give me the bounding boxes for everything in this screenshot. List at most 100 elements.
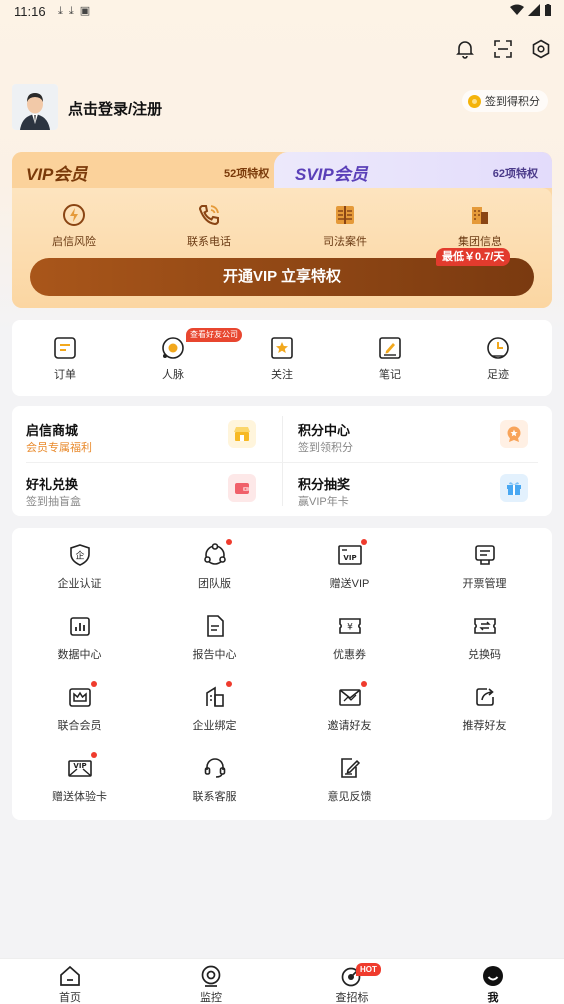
order-icon [53, 336, 77, 360]
quick-item-label: 笔记 [379, 369, 401, 381]
grid-item-label: 赠送VIP [329, 578, 370, 590]
report-icon [202, 613, 228, 639]
grid-item-label: 开票管理 [462, 578, 507, 590]
tab-monitor[interactable]: 监控 [171, 965, 251, 1004]
notification-dot [225, 539, 232, 545]
team-icon [202, 539, 232, 568]
notification-dot [90, 681, 97, 687]
quick-item-label: 订单 [54, 369, 76, 381]
grid-item-label: 企业绑定 [192, 720, 237, 732]
coupon-icon: ¥ [337, 613, 363, 639]
grid-item-label: 数据中心 [57, 649, 102, 661]
quick-item-label: 关注 [271, 369, 293, 381]
grid-item-label: 联系客服 [192, 791, 237, 803]
grid-item-report[interactable]: 报告中心 [147, 613, 282, 662]
star-icon [270, 336, 294, 360]
grid-item-data-center[interactable]: 数据中心 [12, 613, 147, 662]
hot-badge: HOT [356, 963, 381, 976]
grid-item-label: 兑换码 [468, 649, 501, 661]
share-icon [472, 684, 498, 710]
grid-item-label: 优惠券 [333, 649, 366, 661]
status-time: 11:16 [14, 4, 46, 19]
settings-icon[interactable] [530, 38, 552, 60]
grid-item-coupon[interactable]: ¥ 优惠券 [282, 613, 417, 662]
grid-item-gift-vip[interactable]: VIP 赠送VIP [282, 539, 417, 591]
vip-privilege-count: 52项特权 [224, 168, 270, 180]
scan-icon[interactable] [492, 38, 514, 60]
signin-label: 签到得积分 [485, 96, 540, 108]
grid-item-trial-card[interactable]: VIP 赠送体验卡 [12, 752, 147, 804]
status-bar: 11:16 ⤓⤓▣ [0, 0, 564, 24]
grid-item-label: 报告中心 [192, 649, 237, 661]
tab-me[interactable]: 我 [453, 965, 533, 1004]
grid-item-redeem-code[interactable]: 兑换码 [417, 613, 552, 662]
perk-judicial[interactable]: 司法案件 [305, 202, 385, 249]
grid-item-invite[interactable]: 邀请好友 [282, 681, 417, 733]
grid-item-joint-member[interactable]: 联合会员 [12, 681, 147, 733]
tab-label: 首页 [59, 992, 81, 1004]
quick-item-orders[interactable]: 订单 [25, 336, 105, 382]
divider [282, 416, 283, 506]
signal-icon [528, 4, 540, 16]
notification-dot [360, 539, 367, 545]
svg-text:VIP: VIP [73, 762, 86, 770]
grid-item-label: 企业认证 [57, 578, 102, 590]
home-icon [59, 965, 81, 987]
bell-icon[interactable] [454, 38, 476, 60]
shop-icon [228, 420, 256, 448]
mall-item-subtitle: 签到抽盲盒 [26, 496, 81, 508]
svg-text:¥: ¥ [347, 623, 353, 633]
mall-item-lottery[interactable]: 积分抽奖 赢VIP年卡 [284, 466, 542, 512]
mall-item-points[interactable]: 积分中心 签到领积分 [284, 412, 542, 458]
phone-icon [196, 202, 222, 228]
perk-group[interactable]: 集团信息 [440, 202, 520, 249]
price-badge: 最低￥0.7/天 [436, 248, 511, 266]
svip-privilege-count: 62项特权 [492, 168, 538, 180]
mall-item-title: 积分中心 [298, 423, 351, 438]
mall-item-gift-exchange[interactable]: 好礼兑换 签到抽盲盒 [12, 466, 270, 512]
quick-item-label: 足迹 [487, 369, 509, 381]
vip-mail-icon: VIP [67, 752, 97, 781]
mall-item-title: 启信商城 [26, 423, 79, 438]
quick-item-notes[interactable]: 笔记 [350, 336, 430, 382]
avatar[interactable] [12, 84, 58, 130]
chart-icon [67, 613, 93, 639]
grid-item-invoice[interactable]: 开票管理 [417, 542, 552, 591]
medal-icon [500, 420, 528, 448]
svg-text:VIP: VIP [343, 554, 356, 562]
grid-item-label: 赠送体验卡 [52, 791, 107, 803]
grid-item-customer-service[interactable]: 联系客服 [147, 755, 282, 804]
grid-item-label: 意见反馈 [327, 791, 372, 803]
tab-label: 查招标 [335, 992, 369, 1004]
quick-item-footprint[interactable]: 足迹 [458, 336, 538, 382]
certify-icon: 企 [67, 542, 93, 568]
battery-icon [545, 4, 551, 16]
quick-item-follow[interactable]: 关注 [242, 336, 322, 382]
perk-phone[interactable]: 联系电话 [169, 202, 249, 249]
divider [26, 462, 538, 463]
download-icon: ⤓⤓▣ [58, 5, 97, 17]
quick-item-network[interactable]: 人脉 [133, 336, 213, 382]
exchange-icon [472, 613, 498, 639]
grid-item-certify[interactable]: 企 企业认证 [12, 542, 147, 591]
signin-points-button[interactable]: 签到得积分 [462, 90, 548, 112]
tab-home[interactable]: 首页 [30, 965, 110, 1004]
gift-icon [500, 474, 528, 502]
coin-icon [468, 94, 481, 108]
wallet-icon [228, 474, 256, 502]
perk-label: 启信风险 [52, 236, 96, 248]
mall-item-subtitle: 赢VIP年卡 [298, 496, 349, 508]
grid-item-team[interactable]: 团队版 [147, 539, 282, 591]
network-icon [161, 336, 185, 360]
perk-label: 联系电话 [187, 236, 231, 248]
mall-item-shop[interactable]: 启信商城 会员专属福利 [12, 412, 270, 458]
top-actions [454, 38, 552, 60]
perk-risk[interactable]: 启信风险 [34, 202, 114, 249]
mall-item-title: 好礼兑换 [26, 477, 79, 492]
grid-item-company-bind[interactable]: 企业绑定 [147, 681, 282, 733]
grid-item-recommend[interactable]: 推荐好友 [417, 684, 552, 733]
mall-item-subtitle: 签到领积分 [298, 442, 353, 454]
vip-ticket-icon: VIP [337, 539, 367, 568]
grid-item-feedback[interactable]: 意见反馈 [282, 755, 417, 804]
login-register-link[interactable]: 点击登录/注册 [68, 98, 162, 119]
